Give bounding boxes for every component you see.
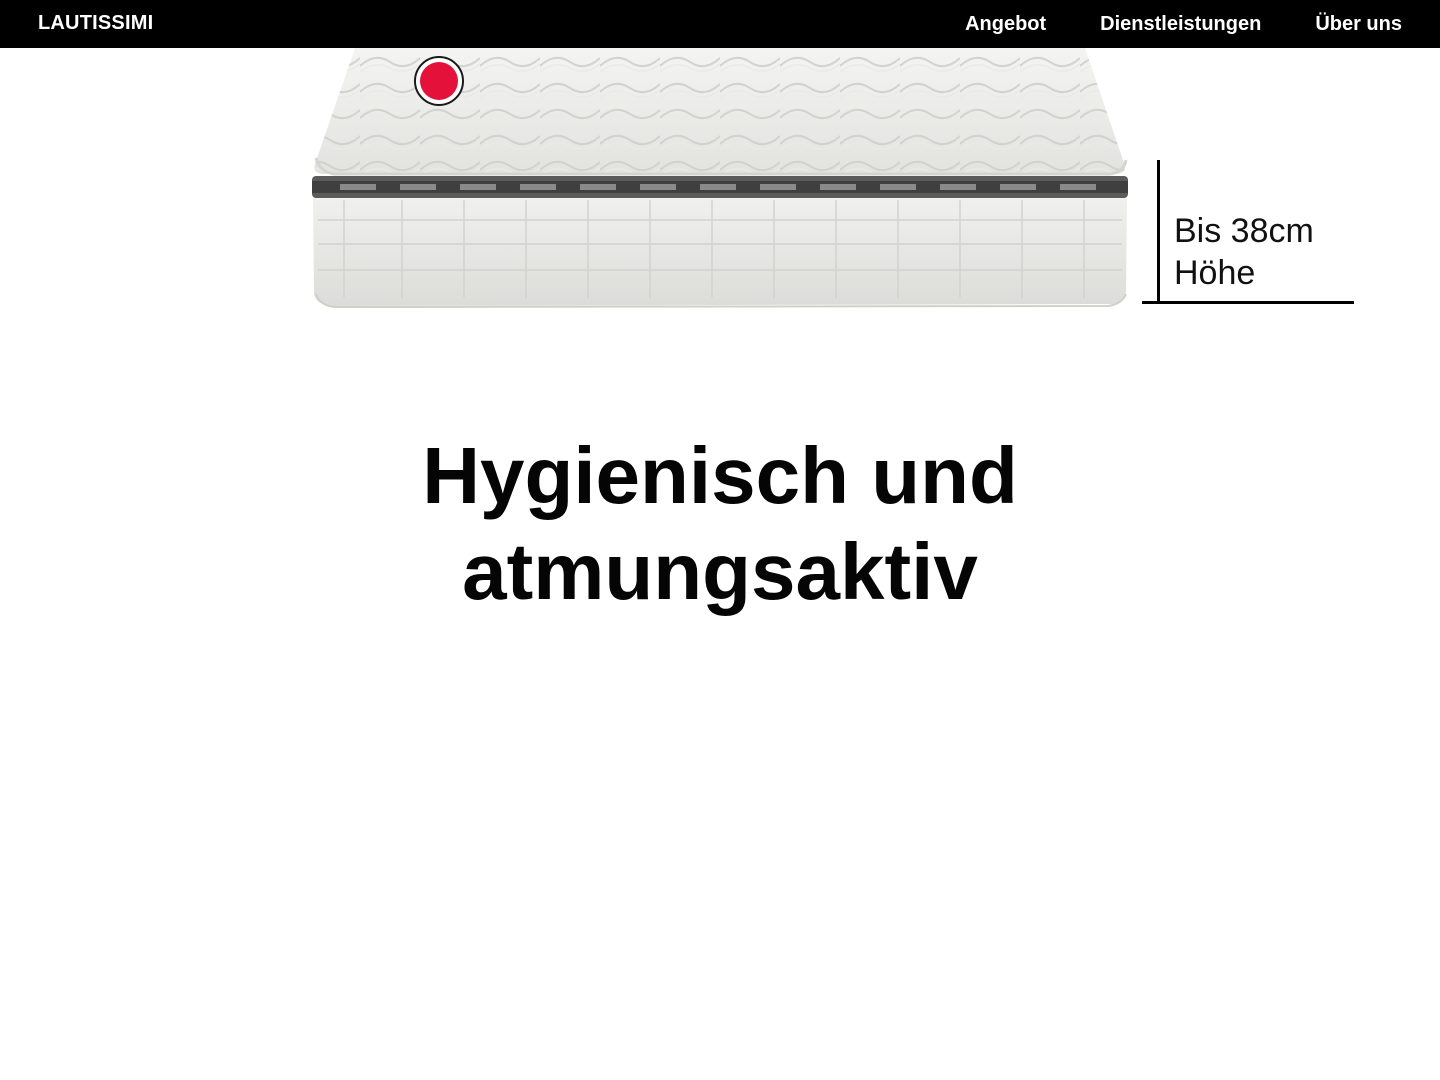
nav-item-dienstleistungen[interactable]: Dienstleistungen: [1100, 13, 1261, 36]
hotspot-red-dot-icon: [420, 62, 458, 100]
brand-logo[interactable]: LAUTISSIMI: [38, 12, 153, 35]
section-headline: Hygienisch und atmungsaktiv: [0, 428, 1440, 620]
headline-line2: atmungsaktiv: [462, 527, 978, 616]
main-nav: Angebot Dienstleistungen Über uns: [965, 0, 1402, 48]
headline-line1: Hygienisch und: [422, 431, 1018, 520]
height-label-line2: Höhe: [1174, 254, 1256, 292]
height-indicator-vertical-line: [1157, 160, 1160, 304]
mattress-side: [313, 198, 1127, 306]
nav-item-angebot[interactable]: Angebot: [965, 13, 1046, 36]
top-navigation-bar: LAUTISSIMI Angebot Dienstleistungen Über…: [0, 0, 1440, 48]
feature-hotspot-button[interactable]: [414, 56, 464, 106]
nav-item-ueber-uns[interactable]: Über uns: [1315, 13, 1402, 36]
height-label-line1: Bis 38cm: [1174, 212, 1314, 250]
height-label: Bis 38cm Höhe: [1174, 210, 1314, 294]
product-hero: Bis 38cm Höhe: [0, 48, 1440, 348]
height-indicator-baseline: [1142, 301, 1354, 304]
